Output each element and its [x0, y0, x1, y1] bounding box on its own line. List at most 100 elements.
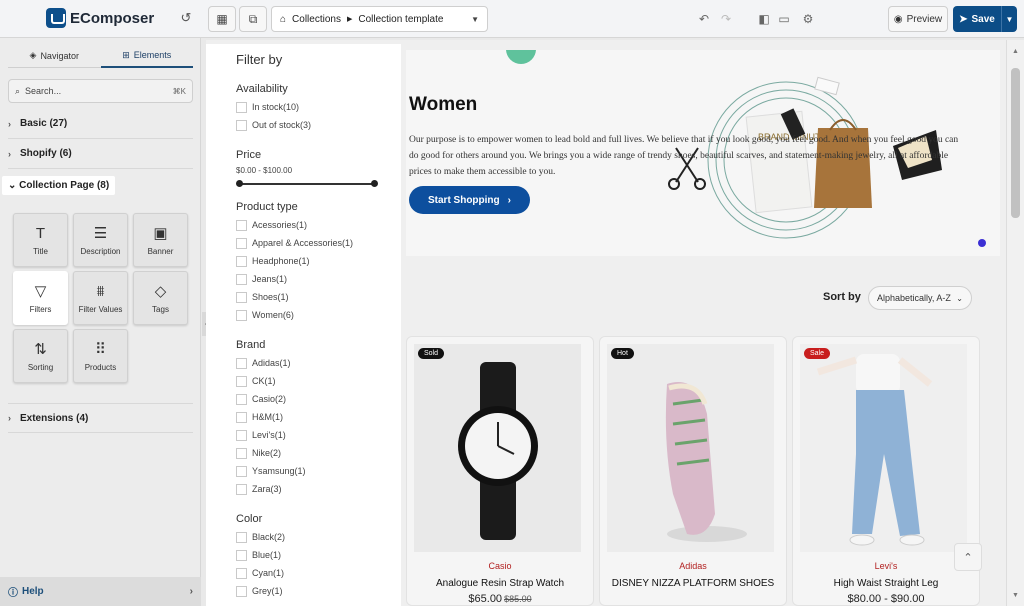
product-brand[interactable]: Adidas: [600, 561, 786, 571]
watch-illustration: [414, 344, 581, 552]
redo-icon[interactable]: ↷: [718, 11, 734, 27]
product-card[interactable]: Sale Levi's High Waist Straight Leg $80.…: [792, 336, 980, 606]
element-tile-filter-values[interactable]: ⩩ Filter Values: [73, 271, 128, 325]
filter-option[interactable]: Levi's(1): [236, 426, 401, 444]
product-brand[interactable]: Casio: [407, 561, 593, 571]
product-title[interactable]: High Waist Straight Leg: [803, 577, 969, 591]
filter-option[interactable]: Women(6): [236, 306, 401, 324]
element-tile-filters[interactable]: ▽ Filters: [13, 271, 68, 325]
checkbox[interactable]: [236, 549, 247, 561]
price-slider-min-handle[interactable]: [236, 180, 243, 187]
product-title[interactable]: Analogue Resin Strap Watch: [417, 577, 583, 591]
undo-icon[interactable]: ↶: [696, 11, 712, 27]
app-logo: EComposer: [46, 8, 154, 28]
filter-panel[interactable]: Filter by Availability In stock(10) Out …: [206, 44, 401, 606]
scroll-up-icon[interactable]: ▲: [1012, 48, 1019, 55]
filter-option[interactable]: Shoes(1): [236, 288, 401, 306]
save-button[interactable]: ➤ Save ▼: [953, 6, 1017, 32]
tab-navigator[interactable]: ◈ Navigator: [8, 44, 101, 68]
filter-option[interactable]: Headphone(1): [236, 252, 401, 270]
tab-elements[interactable]: ⊞ Elements: [100, 44, 193, 68]
template-selector[interactable]: ⌂ Collections ▶ Collection template ▼: [271, 6, 488, 32]
checkbox[interactable]: [236, 237, 247, 249]
canvas-scrollbar[interactable]: ▲ ▼: [1006, 40, 1024, 606]
filter-option[interactable]: Zara(3): [236, 480, 401, 498]
checkbox[interactable]: [236, 447, 247, 459]
filter-option[interactable]: Acessories(1): [236, 216, 401, 234]
help-bar[interactable]: ⓘ Help ›: [0, 577, 201, 606]
product-image[interactable]: Hot: [607, 344, 774, 552]
checkbox[interactable]: [236, 429, 247, 441]
chevron-down-icon: ⌄: [8, 179, 17, 191]
filter-option[interactable]: Cyan(1): [236, 564, 401, 582]
filter-option[interactable]: In stock(10): [236, 98, 401, 116]
element-tile-banner[interactable]: ▣ Banner: [133, 213, 188, 267]
checkbox[interactable]: [236, 567, 247, 579]
filter-option[interactable]: Adidas(1): [236, 354, 401, 372]
save-main[interactable]: ➤ Save: [953, 14, 1001, 25]
filter-option[interactable]: Grey(1): [236, 582, 401, 600]
element-tile-description[interactable]: ☰ Description: [73, 213, 128, 267]
eye-icon: ◉: [893, 13, 903, 25]
price-slider-max-handle[interactable]: [371, 180, 378, 187]
preview-button[interactable]: ◉ Preview: [888, 6, 948, 32]
checkbox[interactable]: [236, 483, 247, 495]
checkbox[interactable]: [236, 219, 247, 231]
checkbox[interactable]: [236, 465, 247, 477]
element-search-input[interactable]: ⌕ Search... ⌘K: [8, 79, 193, 103]
filter-option[interactable]: Casio(2): [236, 390, 401, 408]
add-section-button[interactable]: ⧉: [239, 6, 267, 32]
price-range-value: $0.00 - $100.00: [236, 166, 293, 175]
group-basic[interactable]: › Basic (27): [8, 109, 193, 139]
product-card[interactable]: Hot Adidas DISNEY NIZZA PLATFORM SHOES: [599, 336, 787, 606]
checkbox[interactable]: [236, 357, 247, 369]
element-tile-tags[interactable]: ◇ Tags: [133, 271, 188, 325]
history-icon[interactable]: ↺: [178, 10, 194, 26]
checkbox[interactable]: [236, 273, 247, 285]
save-options-chevron-icon[interactable]: ▼: [1001, 6, 1017, 32]
settings-gear-icon[interactable]: ⚙: [800, 11, 816, 27]
element-tile-title[interactable]: T Title: [13, 213, 68, 267]
filter-option[interactable]: H&M(1): [236, 408, 401, 426]
checkbox[interactable]: [236, 585, 247, 597]
checkbox[interactable]: [236, 291, 247, 303]
filter-option[interactable]: Black(2): [236, 528, 401, 546]
group-shopify[interactable]: › Shopify (6): [8, 139, 193, 169]
product-card[interactable]: Sold Casio Analogue Resin Strap Watch $6…: [406, 336, 594, 606]
start-shopping-button[interactable]: Start Shopping ›: [409, 186, 530, 214]
filter-option[interactable]: Blue(1): [236, 546, 401, 564]
filter-option[interactable]: Jeans(1): [236, 270, 401, 288]
filter-option[interactable]: Apparel & Accessories(1): [236, 234, 401, 252]
product-brand[interactable]: Levi's: [793, 561, 979, 571]
checkbox[interactable]: [236, 411, 247, 423]
checkbox[interactable]: [236, 255, 247, 267]
layout-grid-button[interactable]: ▦: [208, 6, 236, 32]
filter-option[interactable]: Ysamsung(1): [236, 462, 401, 480]
checkbox[interactable]: [236, 119, 247, 131]
group-extensions[interactable]: › Extensions (4): [8, 403, 193, 433]
price-slider[interactable]: [236, 178, 378, 190]
checkbox[interactable]: [236, 531, 247, 543]
group-collection-page-header[interactable]: ⌄ Collection Page (8): [2, 175, 116, 195]
filter-option[interactable]: Out of stock(3): [236, 116, 401, 134]
checkbox[interactable]: [236, 309, 247, 321]
scroll-down-icon[interactable]: ▼: [1012, 592, 1019, 599]
scrollbar-thumb[interactable]: [1011, 68, 1020, 218]
checkbox[interactable]: [236, 101, 247, 113]
back-to-top-button[interactable]: ⌃: [954, 543, 982, 571]
checkbox[interactable]: [236, 375, 247, 387]
desktop-view-icon[interactable]: ▭: [776, 11, 792, 27]
sort-select[interactable]: Alphabetically, A-Z ⌄: [868, 286, 972, 310]
group-collection-page[interactable]: ⌄ Collection Page (8): [2, 170, 193, 200]
filter-option[interactable]: Nike(2): [236, 444, 401, 462]
filter-option[interactable]: CK(1): [236, 372, 401, 390]
product-image[interactable]: Sold: [414, 344, 581, 552]
panel-layout-icon[interactable]: ◧: [756, 11, 772, 27]
element-tile-sorting[interactable]: ⇅ Sorting: [13, 329, 68, 383]
element-tile-products[interactable]: ⠿ Products: [73, 329, 128, 383]
product-image[interactable]: Sale: [800, 344, 967, 552]
checkbox[interactable]: [236, 393, 247, 405]
collection-banner[interactable]: BRAND MINUTE Women Our purpose is to emp…: [406, 50, 1000, 256]
chevron-down-icon: ⌄: [956, 293, 963, 303]
product-title[interactable]: DISNEY NIZZA PLATFORM SHOES: [610, 577, 776, 591]
